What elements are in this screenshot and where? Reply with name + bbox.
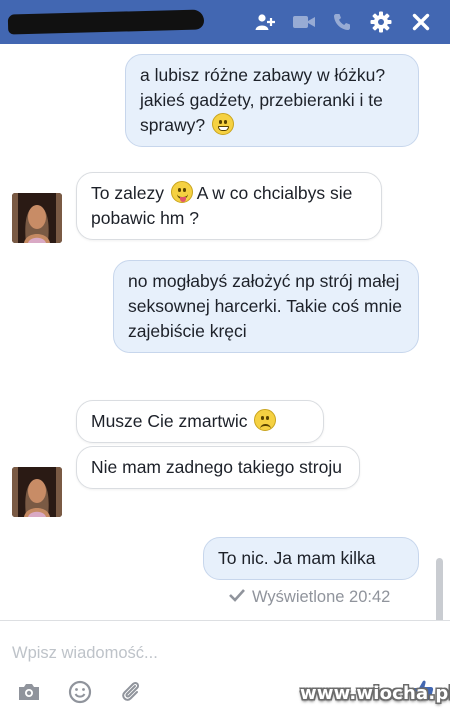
chat-header <box>0 0 450 44</box>
close-icon[interactable] <box>408 10 434 34</box>
camera-icon[interactable] <box>16 679 42 705</box>
video-call-icon[interactable] <box>290 10 318 34</box>
gear-icon[interactable] <box>368 10 394 34</box>
sad-emoji-icon <box>254 409 277 431</box>
watermark: www.wiocha.pl <box>300 683 450 704</box>
message-bubble-incoming: Musze Cie zmartwic <box>76 400 324 443</box>
message-bubble-outgoing: no mogłabyś założyć np strój małej sekso… <box>113 260 419 353</box>
seen-status: Wyświetlone 20:42 <box>228 588 390 607</box>
phone-icon[interactable] <box>330 10 354 34</box>
message-text: Nie mam zadnego takiego stroju <box>91 457 342 477</box>
paperclip-icon[interactable] <box>118 679 144 705</box>
checkmark-icon <box>228 588 246 607</box>
grin-emoji-icon <box>212 113 235 135</box>
contact-name-redaction <box>7 9 205 35</box>
smiley-icon[interactable] <box>67 679 93 705</box>
message-bubble-incoming: To zalezy A w co chcialbys sie pobawic h… <box>76 172 382 240</box>
message-bubble-outgoing: a lubisz różne zabawy w łóżku? jakieś ga… <box>125 54 419 147</box>
message-text: To zalezy <box>91 183 164 203</box>
message-bubble-incoming: Nie mam zadnego takiego stroju <box>76 446 360 489</box>
contact-avatar[interactable] <box>12 467 62 517</box>
message-text: To nic. Ja mam kilka <box>218 548 376 568</box>
composer <box>0 620 450 720</box>
tongue-emoji-icon <box>170 181 193 203</box>
message-text: Musze Cie zmartwic <box>91 411 248 431</box>
seen-text: Wyświetlone 20:42 <box>252 588 391 606</box>
message-bubble-outgoing: To nic. Ja mam kilka <box>203 537 419 580</box>
message-text: no mogłabyś założyć np strój małej sekso… <box>128 271 402 341</box>
message-input[interactable] <box>12 641 312 665</box>
add-friend-icon[interactable] <box>252 10 280 34</box>
contact-avatar[interactable] <box>12 193 62 243</box>
message-text: a lubisz różne zabawy w łóżku? jakieś ga… <box>140 65 386 135</box>
